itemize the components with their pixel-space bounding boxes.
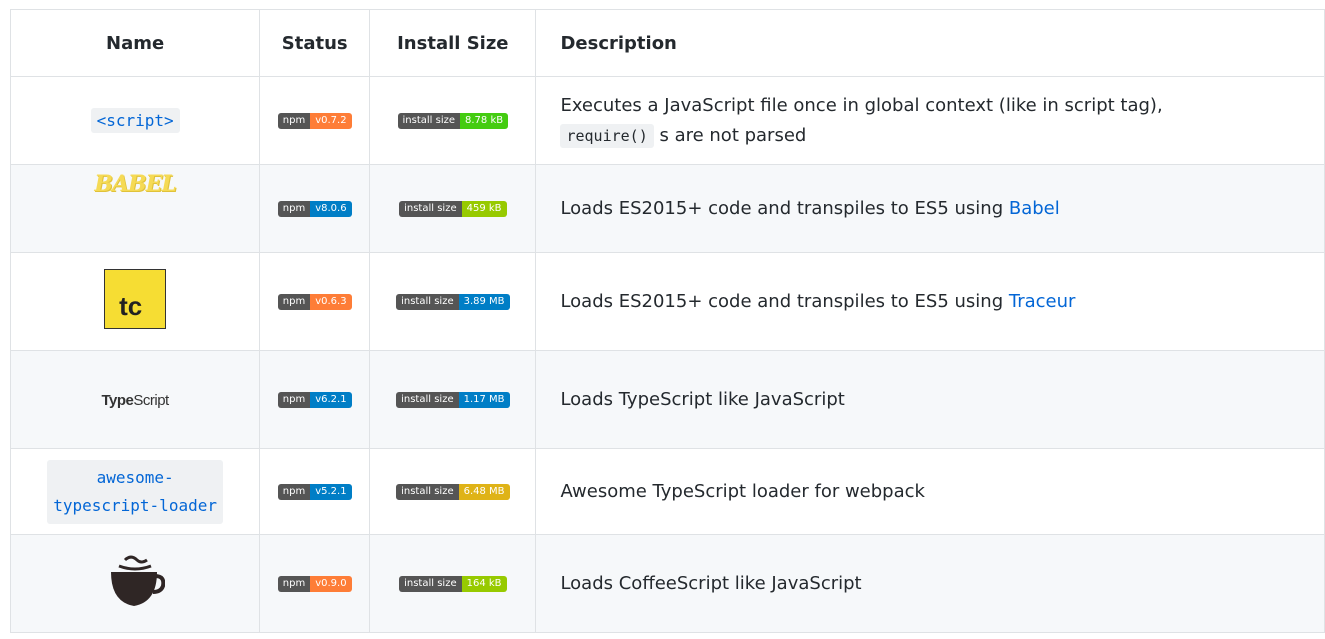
- table-row: npm v0.9.0 install size 164 kB Loads Coffe…: [9, 534, 1325, 633]
- description-text: Loads ES2015+ code and transpiles to ES5…: [560, 290, 1009, 312]
- npm-version-badge[interactable]: npm v5.2.1: [277, 484, 352, 500]
- description-text: Executes a JavaScript file once in globa…: [560, 94, 1163, 116]
- status-cell: npm v5.2.1: [259, 448, 371, 535]
- traceur-link[interactable]: Traceur: [1009, 291, 1076, 312]
- description-text: Loads TypeScript like JavaScript: [560, 388, 845, 410]
- badge-value: v0.6.3: [310, 294, 352, 310]
- plugins-table: Name Status Install Size Description <sc…: [9, 9, 1325, 633]
- badge-value: v0.9.0: [310, 576, 352, 592]
- badge-value: 8.78 kB: [460, 113, 509, 129]
- typescript-logo-bold: Type: [101, 392, 134, 409]
- name-line-1: awesome-: [96, 467, 174, 487]
- badge-label: install size: [396, 484, 459, 500]
- size-cell: install size 8.78 kB: [369, 76, 537, 165]
- size-cell: install size 459 kB: [369, 164, 537, 253]
- badge-label: npm: [277, 113, 311, 129]
- name-cell: BABEL: [9, 164, 261, 253]
- badge-label: npm: [277, 294, 311, 310]
- name-cell: TypeScript: [9, 350, 261, 449]
- status-cell: npm v6.2.1: [259, 350, 371, 449]
- badge-label: install size: [396, 294, 459, 310]
- typescript-logo-rest: Script: [133, 392, 169, 409]
- babel-logo[interactable]: BABEL: [94, 171, 176, 197]
- name-line-2: typescript-loader: [53, 495, 217, 515]
- traceur-logo[interactable]: tc: [104, 269, 167, 329]
- description-cell: Executes a JavaScript file once in globa…: [535, 76, 1325, 165]
- babel-link[interactable]: Babel: [1009, 198, 1060, 219]
- description-text-after: s are not parsed: [659, 124, 807, 146]
- badge-label: install size: [399, 576, 462, 592]
- coffeescript-icon[interactable]: [105, 552, 166, 610]
- description-cell: Awesome TypeScript loader for webpack: [535, 448, 1325, 535]
- description-cell: Loads ES2015+ code and transpiles to ES5…: [535, 164, 1325, 253]
- size-cell: install size 6.48 MB: [369, 448, 537, 535]
- name-cell: awesome- typescript-loader: [9, 448, 261, 535]
- badge-value: v6.2.1: [310, 392, 352, 408]
- description-cell: Loads TypeScript like JavaScript: [535, 350, 1325, 449]
- name-cell: tc: [9, 252, 261, 351]
- install-size-badge[interactable]: install size 1.17 MB: [396, 392, 510, 408]
- status-cell: npm v8.0.6: [259, 164, 371, 253]
- traceur-logo-text: tc: [119, 291, 143, 321]
- table-row: <script> npm v0.7.2 install size 8.78 kB E…: [9, 76, 1325, 165]
- install-size-badge[interactable]: install size 6.48 MB: [396, 484, 510, 500]
- size-cell: install size 1.17 MB: [369, 350, 537, 449]
- status-cell: npm v0.7.2: [259, 76, 371, 165]
- inline-code: require(): [560, 123, 654, 148]
- badge-label: install size: [399, 201, 462, 217]
- header-install-size: Install Size: [369, 9, 537, 77]
- badge-value: 459 kB: [461, 201, 507, 217]
- npm-version-badge[interactable]: npm v8.0.6: [277, 201, 352, 217]
- size-cell: install size 3.89 MB: [369, 252, 537, 351]
- install-size-badge[interactable]: install size 459 kB: [399, 201, 507, 217]
- awesome-typescript-loader-link[interactable]: awesome- typescript-loader: [47, 459, 223, 524]
- badge-label: npm: [277, 392, 311, 408]
- size-cell: install size 164 kB: [369, 534, 537, 633]
- header-name: Name: [9, 9, 261, 77]
- npm-version-badge[interactable]: npm v6.2.1: [277, 392, 352, 408]
- badge-label: npm: [277, 576, 311, 592]
- badge-value: 164 kB: [461, 576, 507, 592]
- name-cell: [9, 534, 261, 633]
- badge-label: install size: [396, 392, 459, 408]
- description-text: Awesome TypeScript loader for webpack: [560, 480, 925, 502]
- typescript-logo[interactable]: TypeScript: [101, 392, 169, 409]
- table-header-row: Name Status Install Size Description: [9, 9, 1325, 77]
- install-size-badge[interactable]: install size 3.89 MB: [396, 294, 510, 310]
- script-link[interactable]: <script>: [90, 108, 180, 133]
- badge-label: install size: [397, 113, 460, 129]
- badge-value: v5.2.1: [310, 484, 352, 500]
- badge-label: npm: [277, 484, 311, 500]
- table-row: awesome- typescript-loader npm v5.2.1 ins…: [9, 448, 1325, 535]
- table-row: BABEL npm v8.0.6 install size 459 kB Loads…: [9, 164, 1325, 253]
- description-cell: Loads CoffeeScript like JavaScript: [535, 534, 1325, 633]
- description-text: Loads ES2015+ code and transpiles to ES5…: [560, 197, 1009, 219]
- npm-version-badge[interactable]: npm v0.7.2: [277, 113, 352, 129]
- badge-value: 3.89 MB: [458, 294, 510, 310]
- badge-value: 6.48 MB: [458, 484, 510, 500]
- header-status: Status: [259, 9, 371, 77]
- badge-value: v0.7.2: [310, 113, 352, 129]
- description-cell: Loads ES2015+ code and transpiles to ES5…: [535, 252, 1325, 351]
- table-row: TypeScript npm v6.2.1 install size 1.17 MB…: [9, 350, 1325, 449]
- badge-label: npm: [277, 201, 311, 217]
- description-text: Loads CoffeeScript like JavaScript: [560, 572, 862, 594]
- npm-version-badge[interactable]: npm v0.9.0: [277, 576, 352, 592]
- install-size-badge[interactable]: install size 164 kB: [399, 576, 507, 592]
- status-cell: npm v0.9.0: [259, 534, 371, 633]
- npm-version-badge[interactable]: npm v0.6.3: [277, 294, 352, 310]
- install-size-badge[interactable]: install size 8.78 kB: [397, 113, 509, 129]
- header-description: Description: [535, 9, 1325, 77]
- badge-value: v8.0.6: [310, 201, 352, 217]
- status-cell: npm v0.6.3: [259, 252, 371, 351]
- badge-value: 1.17 MB: [458, 392, 510, 408]
- table-row: tc npm v0.6.3 install size 3.89 MB Loads E…: [9, 252, 1325, 351]
- name-cell: <script>: [9, 76, 261, 165]
